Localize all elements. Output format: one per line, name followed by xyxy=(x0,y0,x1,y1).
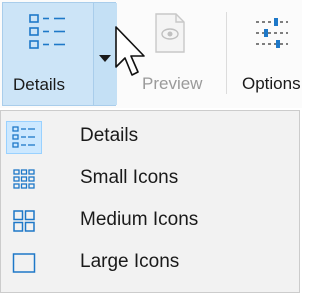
details-layout-button[interactable]: Details xyxy=(2,2,117,106)
large-icons-icon xyxy=(12,253,36,273)
options-label: Options xyxy=(242,74,301,93)
dropdown-arrow-icon xyxy=(99,55,111,62)
ribbon-separator xyxy=(226,12,227,94)
menu-item-label: Details xyxy=(80,125,139,146)
menu-item-details[interactable]: Details xyxy=(4,117,296,157)
menu-item-label: Large Icons xyxy=(80,251,180,272)
details-view-icon xyxy=(12,126,35,148)
ribbon-layout-group: Details Preview Options xyxy=(0,0,302,108)
options-button[interactable]: Options xyxy=(232,2,312,106)
layout-dropdown-menu: Details Small Icons Medium Icons Large I… xyxy=(0,110,300,293)
menu-item-small-icons[interactable]: Small Icons xyxy=(4,159,296,199)
details-layout-icon xyxy=(29,14,65,49)
medium-icons-icon xyxy=(13,210,35,232)
menu-item-label: Small Icons xyxy=(80,167,179,188)
mouse-cursor-icon xyxy=(115,26,145,76)
small-icons-icon xyxy=(13,169,35,189)
menu-item-label: Medium Icons xyxy=(80,209,199,230)
menu-item-medium-icons[interactable]: Medium Icons xyxy=(4,201,296,241)
details-layout-label: Details xyxy=(13,75,65,94)
options-icon xyxy=(256,18,288,48)
menu-item-large-icons[interactable]: Large Icons xyxy=(4,243,296,283)
